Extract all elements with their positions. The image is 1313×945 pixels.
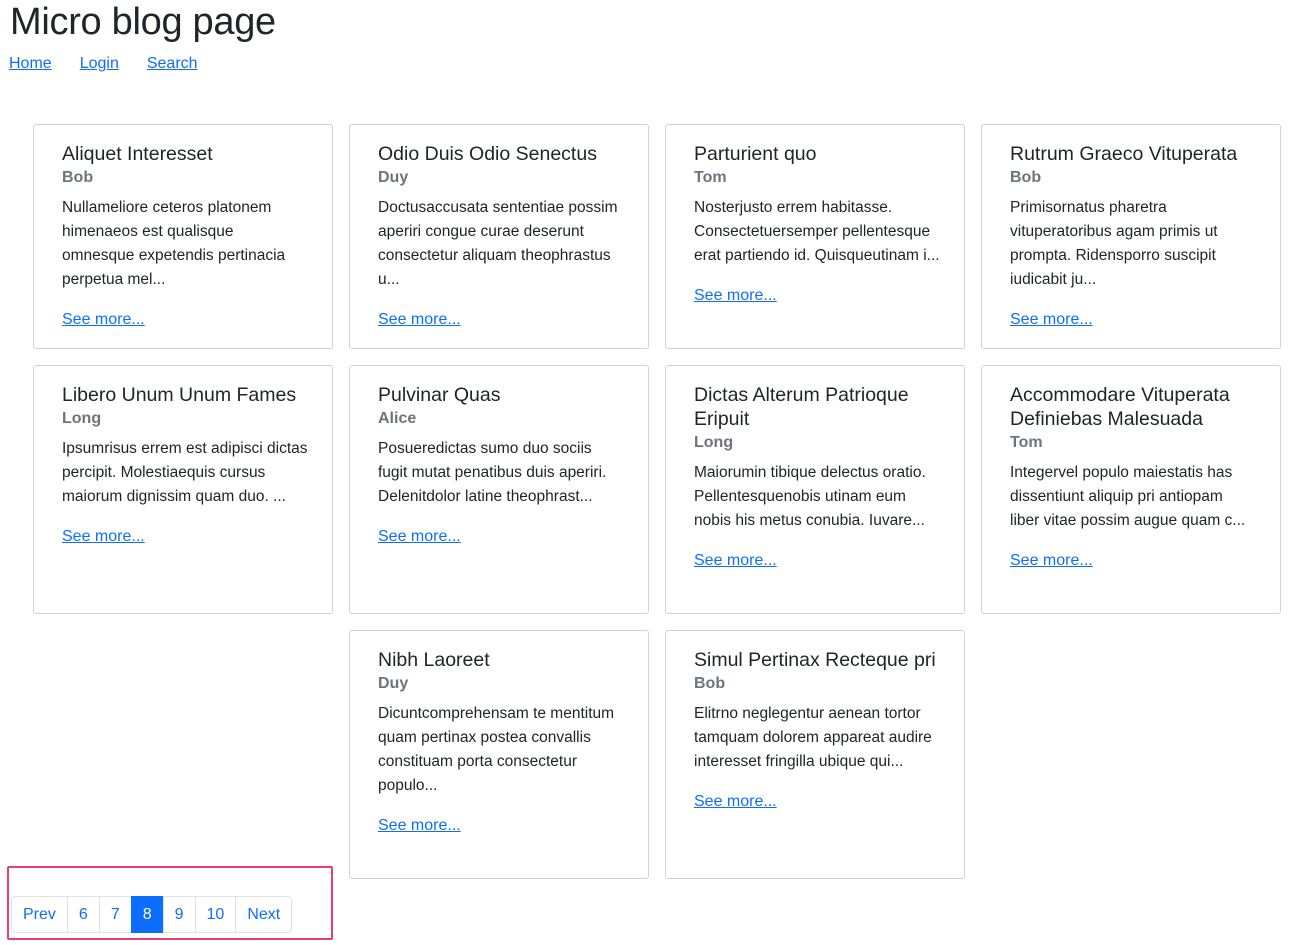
post-excerpt: Primisornatus pharetra vituperatoribus a… — [1010, 199, 1218, 288]
post-author: Long — [62, 410, 102, 427]
pagination: Prev 6 7 8 9 10 Next — [11, 896, 293, 933]
post-author: Bob — [1010, 169, 1042, 186]
post-excerpt: Posueredictas sumo duo sociis fugit muta… — [378, 440, 607, 505]
post-excerpt: Elitrno neglegentur aenean tortor tamqua… — [694, 705, 932, 770]
post-title: Pulvinar Quas — [378, 384, 501, 406]
pagination-page-10[interactable]: 10 — [194, 896, 237, 933]
see-more-link[interactable]: See more... — [694, 549, 777, 573]
post-author: Bob — [62, 169, 94, 186]
pagination-page-7[interactable]: 7 — [98, 896, 132, 933]
nav-link-home[interactable]: Home — [9, 55, 52, 72]
post-excerpt: Dicuntcomprehensam te mentitum quam pert… — [378, 705, 615, 794]
post-title: Aliquet Interesset — [62, 143, 213, 165]
pagination-page-6[interactable]: 6 — [66, 896, 100, 933]
post-title: Simul Pertinax Recteque pri — [694, 649, 936, 671]
post-author: Bob — [694, 675, 726, 692]
see-more-link[interactable]: See more... — [378, 525, 461, 549]
see-more-link[interactable]: See more... — [1010, 549, 1093, 573]
nav-link-login[interactable]: Login — [80, 55, 119, 72]
pagination-page-8-current[interactable]: 8 — [130, 896, 164, 933]
post-author: Tom — [694, 169, 727, 186]
post-excerpt: Nullameliore ceteros platonem himenaeos … — [62, 199, 286, 288]
see-more-link[interactable]: See more... — [62, 308, 145, 332]
post-card: Dictas Alterum Patrioque Eripuit Long Ma… — [665, 365, 965, 614]
nav-link-search[interactable]: Search — [147, 55, 198, 72]
post-card: Aliquet Interesset Bob Nullameliore cete… — [33, 124, 333, 349]
pagination-prev[interactable]: Prev — [11, 896, 68, 933]
see-more-link[interactable]: See more... — [378, 308, 461, 332]
post-excerpt: Integervel populo maiestatis has dissent… — [1010, 464, 1246, 529]
see-more-link[interactable]: See more... — [62, 525, 145, 549]
post-card: Accommodare Vituperata Definiebas Malesu… — [981, 365, 1281, 614]
post-card: Odio Duis Odio Senectus Duy Doctusaccusa… — [349, 124, 649, 349]
post-card: Simul Pertinax Recteque pri Bob Elitrno … — [665, 630, 965, 879]
post-excerpt: Nosterjusto errem habitasse. Consectetue… — [694, 199, 940, 264]
post-author: Duy — [378, 675, 409, 692]
post-author: Long — [694, 434, 734, 451]
pagination-next[interactable]: Next — [235, 896, 293, 933]
see-more-link[interactable]: See more... — [694, 790, 777, 814]
post-title: Odio Duis Odio Senectus — [378, 143, 597, 165]
top-nav: Home Login Search — [9, 54, 226, 74]
post-title: Libero Unum Unum Fames — [62, 384, 297, 406]
post-excerpt: Maiorumin tibique delectus oratio. Pelle… — [694, 464, 926, 529]
post-card: Pulvinar Quas Alice Posueredictas sumo d… — [349, 365, 649, 614]
see-more-link[interactable]: See more... — [378, 814, 461, 838]
post-author: Tom — [1010, 434, 1043, 451]
post-title: Nibh Laoreet — [378, 649, 490, 671]
post-card: Libero Unum Unum Fames Long Ipsumrisus e… — [33, 365, 333, 614]
post-card: Nibh Laoreet Duy Dicuntcomprehensam te m… — [349, 630, 649, 879]
post-author: Alice — [378, 410, 417, 427]
post-card: Rutrum Graeco Vituperata Bob Primisornat… — [981, 124, 1281, 349]
pagination-page-9[interactable]: 9 — [162, 896, 196, 933]
page-title: Micro blog page — [10, 1, 276, 43]
post-title: Parturient quo — [694, 143, 817, 165]
post-title: Accommodare Vituperata Definiebas Malesu… — [1010, 384, 1230, 430]
post-title: Rutrum Graeco Vituperata — [1010, 143, 1238, 165]
post-excerpt: Ipsumrisus errem est adipisci dictas per… — [62, 440, 308, 505]
see-more-link[interactable]: See more... — [694, 284, 777, 308]
see-more-link[interactable]: See more... — [1010, 308, 1093, 332]
post-title: Dictas Alterum Patrioque Eripuit — [694, 384, 909, 430]
post-author: Duy — [378, 169, 409, 186]
post-excerpt: Doctusaccusata sententiae possim aperiri… — [378, 199, 618, 288]
post-card: Parturient quo Tom Nosterjusto errem hab… — [665, 124, 965, 349]
